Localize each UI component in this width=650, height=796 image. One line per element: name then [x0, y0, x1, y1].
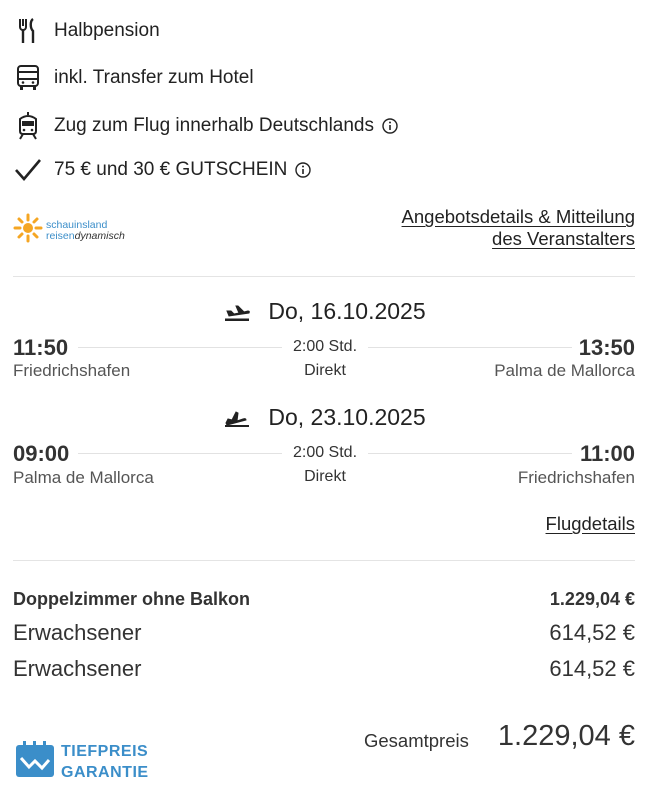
divider	[13, 276, 635, 277]
leg-date: Do, 23.10.2025	[268, 404, 426, 430]
room-name: Doppelzimmer ohne Balkon	[13, 589, 251, 609]
room-price: 1.229,04 €	[549, 589, 635, 609]
info-icon[interactable]	[382, 118, 398, 134]
arrival-place: Palma de Mallorca	[494, 361, 635, 380]
outbound-date-row: Do, 16.10.2025	[0, 298, 650, 325]
train-icon	[14, 112, 42, 140]
total-price: 1.229,04 €	[497, 720, 635, 752]
feature-transfer: inkl. Transfer zum Hotel	[14, 63, 254, 93]
feature-meal: Halbpension	[14, 16, 160, 46]
flight-duration: 2:00 Std.	[292, 338, 358, 355]
passenger-label: Erwachsener	[13, 620, 142, 645]
feature-text: 75 € und 30 € GUTSCHEIN	[54, 159, 288, 180]
feature-voucher: 75 € und 30 € GUTSCHEIN	[14, 155, 312, 185]
info-icon[interactable]	[295, 162, 312, 178]
logo-line2a: reisen	[46, 229, 75, 242]
price-guarantee-badge[interactable]: TIEFPREIS GARANTIE	[15, 740, 149, 783]
guarantee-line2: GARANTIE	[61, 763, 149, 781]
logo-line2: reisendynamisch	[46, 229, 125, 242]
checkmark-icon	[14, 156, 42, 184]
guarantee-line1: TIEFPREIS	[61, 742, 149, 760]
plane-arrival-icon	[224, 408, 250, 428]
offer-details-link[interactable]: Angebotsdetails & Mitteilung des Veranst…	[402, 206, 635, 250]
sun-icon	[13, 213, 43, 248]
feature-text: Zug zum Flug innerhalb Deutschlands	[54, 115, 375, 136]
bus-icon	[14, 64, 42, 92]
passenger-price: 614,52 €	[549, 656, 635, 681]
provider-logo: schauinsland reisendynamisch	[13, 213, 125, 248]
calendar-icon	[15, 740, 55, 783]
arrival-place: Friedrichshafen	[517, 468, 635, 487]
return-date-row: Do, 23.10.2025	[0, 404, 650, 431]
flight-duration: 2:00 Std.	[292, 444, 358, 461]
feature-train: Zug zum Flug innerhalb Deutschlands	[14, 111, 398, 141]
provider-logo-text: schauinsland reisendynamisch	[46, 219, 125, 242]
offer-link-line2: des Veranstalters	[492, 228, 635, 249]
total-label: Gesamtpreis	[364, 730, 469, 751]
feature-text: inkl. Transfer zum Hotel	[54, 67, 254, 88]
leg-date: Do, 16.10.2025	[268, 298, 426, 324]
passenger-label: Erwachsener	[13, 656, 142, 681]
offer-link-line1: Angebotsdetails & Mitteilung	[401, 206, 635, 227]
logo-line2b: dynamisch	[74, 229, 125, 242]
cutlery-icon	[14, 17, 42, 45]
plane-departure-icon	[224, 302, 251, 322]
guarantee-text: TIEFPREIS GARANTIE	[61, 741, 149, 783]
feature-text: Halbpension	[54, 20, 160, 41]
flight-details-link[interactable]: Flugdetails	[546, 513, 635, 535]
divider	[13, 560, 635, 561]
passenger-price: 614,52 €	[549, 620, 635, 645]
